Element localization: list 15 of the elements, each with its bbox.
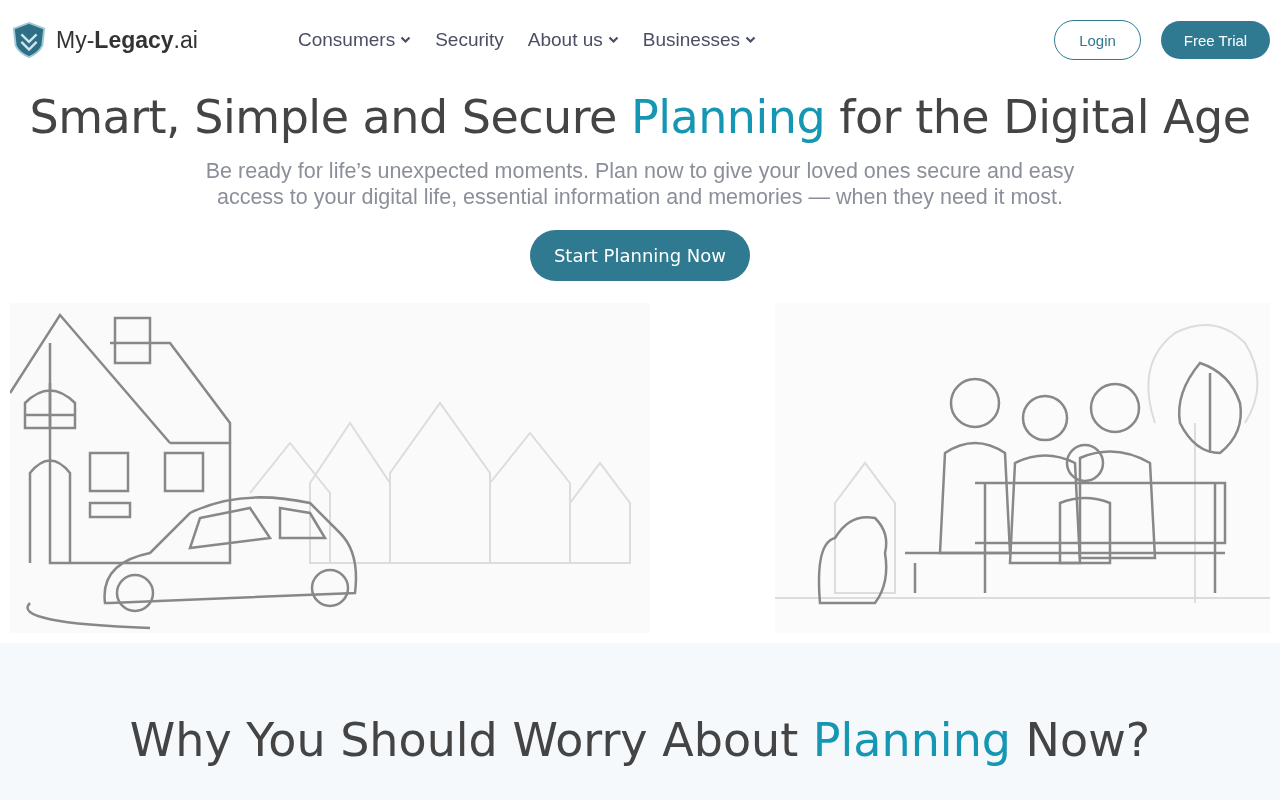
chevron-down-icon: [607, 36, 619, 44]
chevron-down-icon: [744, 36, 756, 44]
logo-wordmark[interactable]: My-Legacy.ai: [56, 26, 198, 54]
free-trial-button[interactable]: Free Trial: [1161, 21, 1270, 59]
shield-logo-icon: [10, 21, 48, 59]
nav-link[interactable]: Security: [435, 29, 504, 51]
start-planning-button[interactable]: Start Planning Now: [529, 230, 751, 281]
login-button[interactable]: Login: [1054, 20, 1141, 60]
nav-link[interactable]: Consumers: [298, 29, 412, 51]
section-heading: Why You Should Worry About Planning Now?: [129, 713, 1151, 769]
chevron-down-icon: [400, 36, 412, 44]
hero-heading: Smart, Simple and Secure Planning for the Digital Age: [29, 90, 1251, 144]
hero-subtitle: Be ready for life’s unexpected moments. Plan now to give your loved ones secure and easy access to your digital life, essential information and memories — when they need it most.: [204, 158, 1076, 210]
nav-link[interactable]: About us: [527, 29, 619, 51]
nav-link[interactable]: Businesses: [642, 29, 756, 51]
